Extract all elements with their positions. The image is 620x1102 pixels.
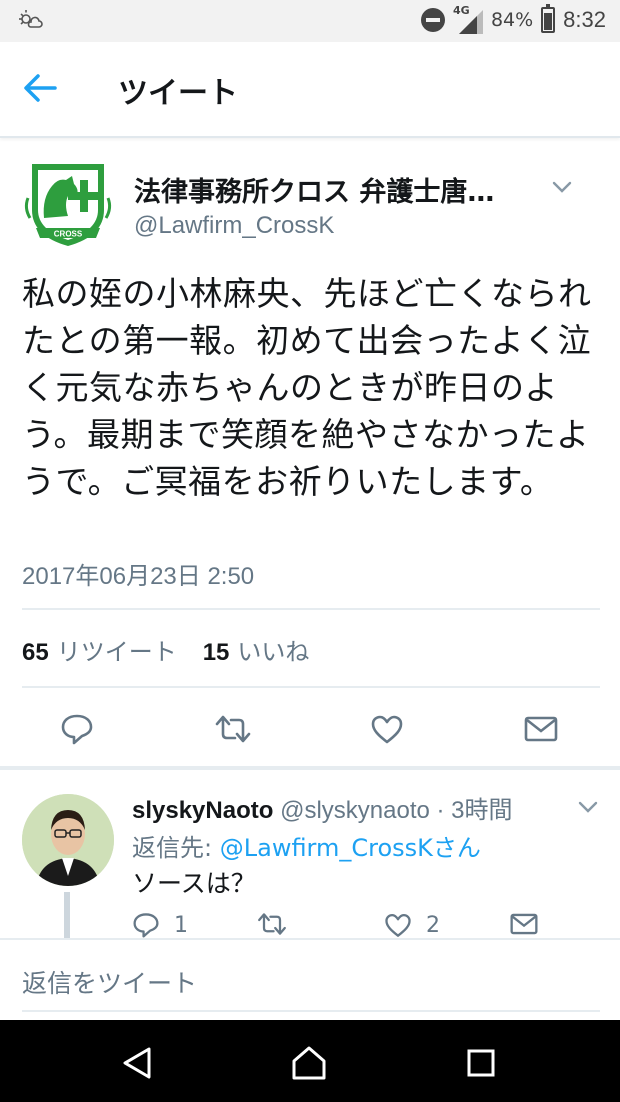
reply-dm-button[interactable] [510,912,538,936]
chevron-down-icon [552,181,572,193]
reply-header: slyskyNaoto @slyskynaoto · 3時間 [132,790,513,825]
law-firm-logo-icon: CROSS [24,164,112,246]
divider [22,608,600,610]
battery-percent: 84% [490,9,534,31]
tweet-actions [22,704,600,754]
battery-icon [541,4,556,33]
envelope-icon [510,913,538,935]
nav-home-button[interactable] [284,1038,334,1088]
tweet-timestamp: 2017年06月23日 2:50 [22,563,255,590]
reply-menu-button[interactable] [578,798,598,817]
direct-message-button[interactable] [516,704,566,754]
retweet-button[interactable] [208,704,258,754]
reply-icon [61,714,93,745]
weather-icon [18,7,44,34]
retweet-icon [258,913,286,935]
author-name[interactable]: 法律事務所クロス 弁護士唐… [134,170,494,209]
author-handle[interactable]: @Lawfirm_CrossK [134,212,334,240]
system-nav-bar [0,1020,620,1102]
chevron-down-icon [578,801,598,813]
back-button[interactable] [22,72,62,108]
page-title: ツイート [118,76,238,111]
retweet-stat-label: リツイート [56,638,177,666]
nav-recents-button[interactable] [456,1038,506,1088]
signal-icon: 4G [453,4,483,34]
reply-to-label: 返信先: [132,834,213,862]
tweet-text: 私の姪の小林麻央、先ほど亡くなられたとの第一報。初めて出会ったよく泣く元気な赤ち… [22,274,592,501]
retweet-icon [215,715,251,743]
thread-line [64,892,70,938]
reply-reply-count: 1 [174,912,188,938]
reply-author-name[interactable]: slyskyNaoto [132,797,273,824]
heart-icon [385,913,411,937]
do-not-disturb-icon [420,8,445,32]
square-recents-icon [467,1049,495,1077]
like-count: 15 [202,639,230,666]
user-photo-icon [22,794,114,886]
like-button[interactable] [362,704,412,754]
heart-icon [371,715,403,744]
compose-reply-bar: 返信をツイート [0,938,620,1018]
reply-time: · 3時間 [436,797,513,824]
input-underline [22,1010,600,1012]
tweet-header: CROSS 法律事務所クロス 弁護士唐… @Lawfirm_CrossK [22,158,602,248]
tweet-menu-button[interactable] [552,178,572,197]
section-separator [0,766,620,770]
like-stat-label: いいね [237,638,310,666]
reply-retweet-button[interactable] [256,912,288,936]
author-avatar[interactable]: CROSS [22,158,114,250]
reply-input[interactable]: 返信をツイート [22,964,197,1000]
triangle-back-icon [123,1047,151,1079]
retweet-count: 65 [22,639,49,666]
clock: 8:32 [563,7,606,32]
tweet-stats: 65 リツイート 15 いいね [22,632,309,667]
home-icon [292,1046,326,1080]
reply-button[interactable] [52,704,102,754]
reply-like-button[interactable]: 2 [384,912,440,938]
status-bar: 4G 84% 8:32 [0,0,620,42]
app-bar: ツイート [0,42,620,138]
envelope-icon [524,716,558,742]
divider [22,686,600,688]
reply-author-handle[interactable]: @slyskynaoto [280,797,430,824]
reply-like-count: 2 [426,912,440,938]
reply-avatar[interactable] [22,794,114,886]
like-stat[interactable]: 15 いいね [203,632,310,667]
reply-reply-button[interactable]: 1 [132,912,188,938]
retweet-stat[interactable]: 65 リツイート [22,632,177,667]
logo-text: CROSS [54,230,83,239]
nav-back-button[interactable] [112,1038,162,1088]
reply-text: ソースは？ [132,869,256,898]
reply-to-line: 返信先: @Lawfirm_CrossKさん [132,828,481,863]
arrow-left-icon [24,74,57,102]
reply-icon [133,913,159,938]
reply-to-mention[interactable]: @Lawfirm_CrossKさん [220,834,481,862]
